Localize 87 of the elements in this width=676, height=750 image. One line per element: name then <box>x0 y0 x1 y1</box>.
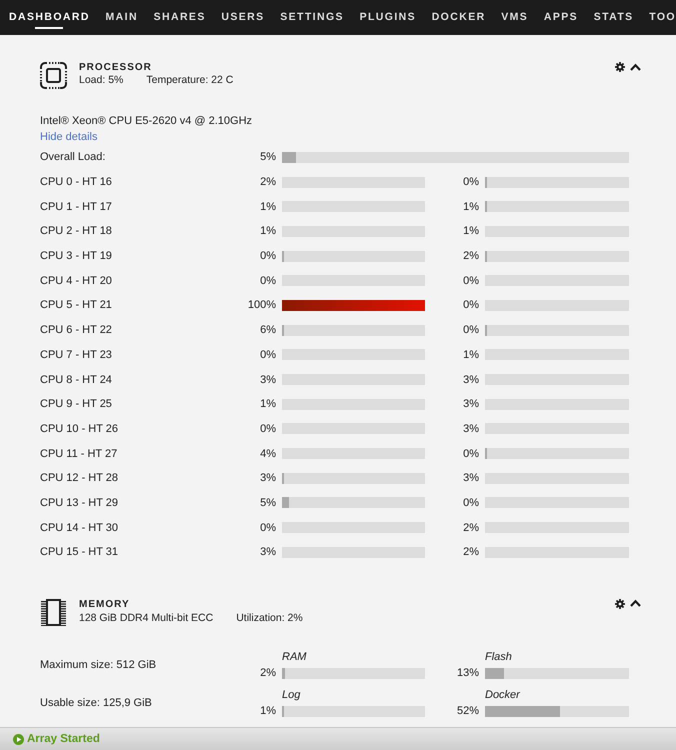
load-percentage: 0% <box>463 176 479 188</box>
load-percentage: 2% <box>463 250 479 262</box>
load-percentage: 2% <box>463 546 479 558</box>
usage-percentage: 2% <box>260 667 276 680</box>
cpu-core-label: CPU 8 - HT 24 <box>40 374 112 386</box>
utilization-text: Utilization: 2% <box>236 612 303 626</box>
load-percentage: 0% <box>463 274 479 287</box>
load-percentage: 3% <box>260 374 276 386</box>
load-percentage: 1% <box>260 200 276 213</box>
cpu-core-label: CPU 15 - HT 31 <box>40 546 118 558</box>
chevron-up-icon[interactable] <box>630 599 641 608</box>
cpu-core-label: CPU 5 - HT 21 <box>40 299 112 312</box>
load-percentage: 3% <box>260 472 276 484</box>
cpu-core-label: CPU 13 - HT 29 <box>40 496 118 509</box>
cpu-core-label: CPU 9 - HT 25 <box>40 398 112 410</box>
load-text: Load: 5% <box>79 74 124 87</box>
array-status-text: Array Started <box>27 733 100 745</box>
cpu-core-label: CPU 11 - HT 27 <box>40 448 118 460</box>
cpu-core-label: CPU 14 - HT 30 <box>40 522 118 534</box>
load-percentage: 0% <box>260 522 276 534</box>
cpu-core-label: CPU 12 - HT 28 <box>40 472 118 484</box>
nav-tab[interactable]: TOO <box>649 0 676 35</box>
nav-tab[interactable]: DOCKER <box>432 0 486 35</box>
load-percentage: 0% <box>463 324 479 336</box>
cpu-core-label: CPU 0 - HT 16 <box>40 176 112 188</box>
load-percentage: 0% <box>463 299 479 312</box>
load-percentage: 5% <box>260 151 276 164</box>
nav-tab[interactable]: STATS <box>594 0 634 35</box>
cpu-core-label: CPU 1 - HT 17 <box>40 200 112 213</box>
nav-tab[interactable]: DASHBOARD <box>9 0 90 35</box>
cpu-core-label: CPU 7 - HT 23 <box>40 348 112 361</box>
play-circle-icon <box>13 734 24 744</box>
load-percentage: 1% <box>463 348 479 361</box>
hide-details-link[interactable]: Hide details <box>40 129 98 145</box>
section-title: PROCESSOR <box>79 61 152 74</box>
load-percentage: 3% <box>463 472 479 484</box>
cpu-chip-icon <box>40 62 67 89</box>
load-percentage: 0% <box>463 448 479 460</box>
settings-icon[interactable] <box>615 598 625 609</box>
usage-percentage: 1% <box>260 705 276 718</box>
load-percentage: 0% <box>260 348 276 361</box>
cpu-core-label: CPU 3 - HT 19 <box>40 250 112 262</box>
load-percentage: 3% <box>463 398 479 410</box>
load-percentage: 3% <box>260 546 276 558</box>
meter-label: RAM <box>282 650 306 666</box>
load-percentage: 0% <box>260 274 276 287</box>
load-percentage: 3% <box>463 422 479 435</box>
section-title: MEMORY <box>79 598 130 611</box>
nav-tab[interactable]: VMS <box>501 0 528 35</box>
load-percentage: 3% <box>463 374 479 386</box>
load-percentage: 1% <box>260 225 276 238</box>
chevron-up-icon[interactable] <box>630 62 641 72</box>
nav-tab[interactable]: SHARES <box>154 0 206 35</box>
load-percentage: 2% <box>463 522 479 534</box>
settings-icon[interactable] <box>615 62 625 72</box>
nav-tab[interactable]: PLUGINS <box>360 0 416 35</box>
load-percentage: 0% <box>260 250 276 262</box>
load-percentage: 6% <box>260 324 276 336</box>
meter-label: Flash <box>485 650 512 666</box>
nav-tab[interactable]: APPS <box>544 0 578 35</box>
load-percentage: 5% <box>260 496 276 509</box>
load-percentage: 1% <box>463 200 479 213</box>
cpu-core-label: CPU 10 - HT 26 <box>40 422 118 435</box>
load-percentage: 100% <box>248 299 276 312</box>
load-percentage: 0% <box>260 422 276 435</box>
load-percentage: 2% <box>260 176 276 188</box>
memory-size-label: Usable size: 125,9 GiB <box>40 696 152 709</box>
usage-percentage: 52% <box>456 705 479 718</box>
load-percentage: 0% <box>463 496 479 509</box>
load-percentage: 1% <box>463 225 479 238</box>
nav-tab[interactable]: SETTINGS <box>280 0 344 35</box>
memory-description: 128 GiB DDR4 Multi-bit ECC <box>79 612 214 626</box>
cpu-model-text: Intel® Xeon® CPU E5-2620 v4 @ 2.10GHz <box>40 114 252 129</box>
usage-percentage: 13% <box>456 667 479 680</box>
nav-tab[interactable]: USERS <box>221 0 265 35</box>
memory-module-icon <box>40 598 67 626</box>
overall-load-label: Overall Load: <box>40 151 106 164</box>
memory-size-label: Maximum size: 512 GiB <box>40 658 156 671</box>
load-percentage: 4% <box>260 448 276 460</box>
cpu-core-label: CPU 2 - HT 18 <box>40 225 112 238</box>
meter-label: Log <box>282 688 300 704</box>
cpu-core-label: CPU 4 - HT 20 <box>40 274 112 287</box>
temperature-text: Temperature: 22 C <box>146 74 234 87</box>
cpu-core-label: CPU 6 - HT 22 <box>40 324 112 336</box>
meter-label: Docker <box>485 688 520 704</box>
load-percentage: 1% <box>260 398 276 410</box>
nav-tab[interactable]: MAIN <box>106 0 138 35</box>
